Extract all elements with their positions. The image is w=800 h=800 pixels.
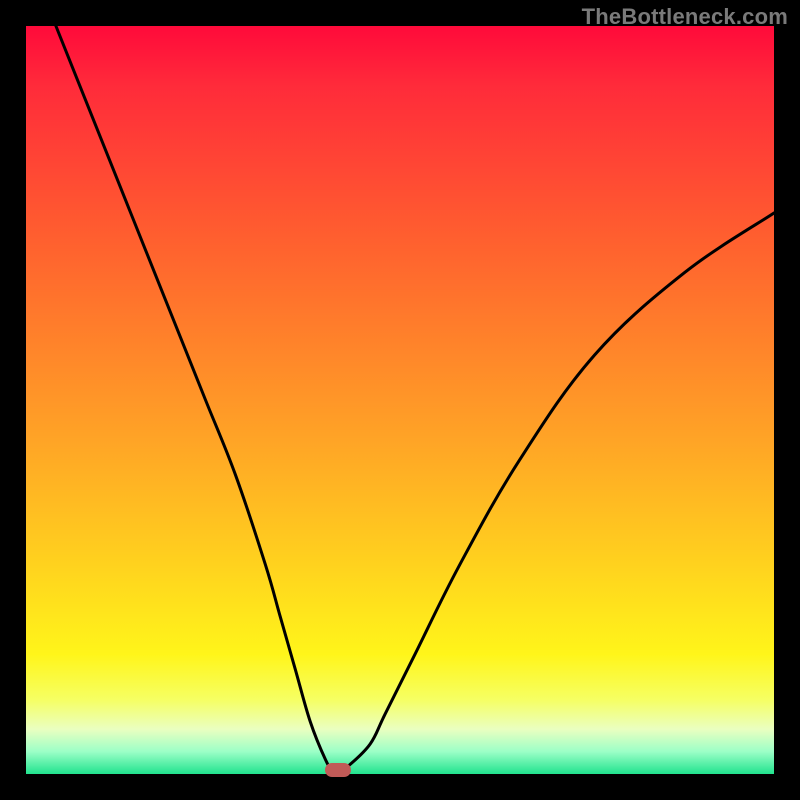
bottleneck-curve — [26, 26, 774, 774]
chart-plot-area — [26, 26, 774, 774]
optimum-marker — [325, 763, 351, 777]
watermark-text: TheBottleneck.com — [582, 4, 788, 30]
chart-frame: TheBottleneck.com — [0, 0, 800, 800]
curve-path — [56, 26, 774, 771]
